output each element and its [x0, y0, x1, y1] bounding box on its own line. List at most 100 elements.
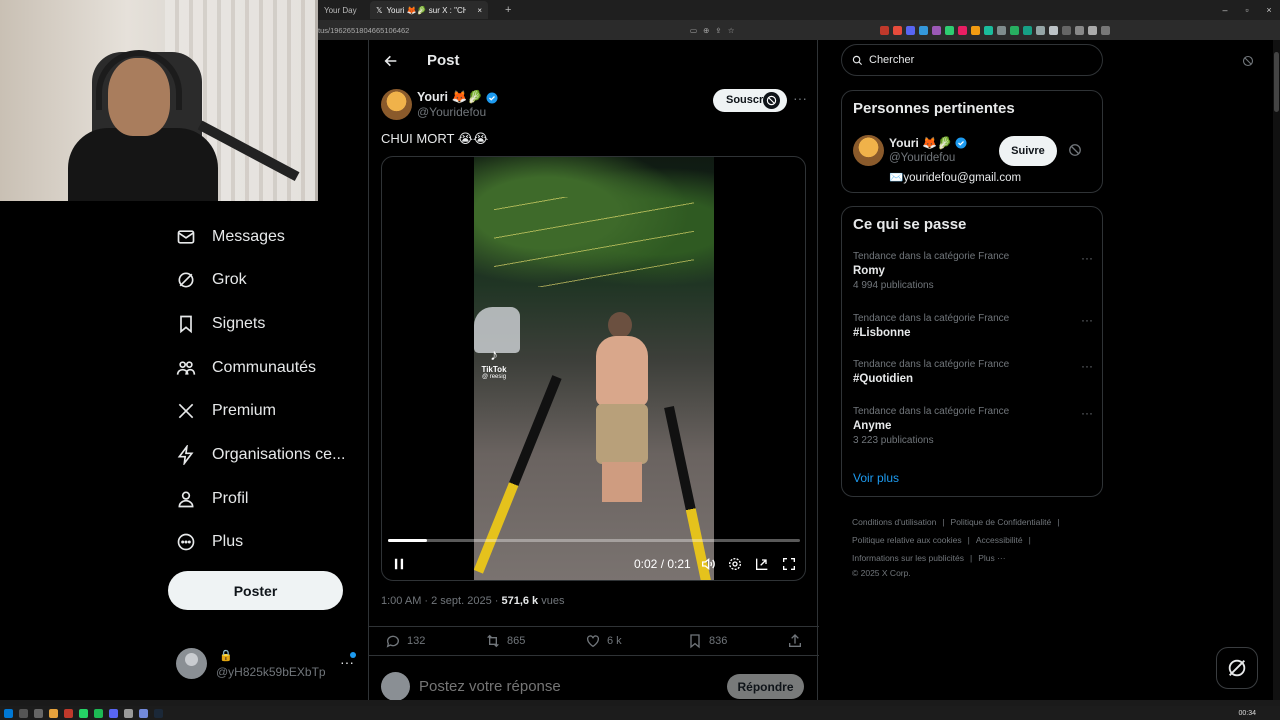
trend-item[interactable]: Tendance dans la catégorie France Romy 4…	[853, 251, 1093, 291]
tab-inactive[interactable]: Your Day	[318, 1, 370, 19]
page-scrollbar[interactable]	[1273, 40, 1280, 700]
extension-icon[interactable]	[1049, 25, 1058, 35]
relevant-user-handle[interactable]: @Youridefou	[889, 152, 955, 164]
close-tab-icon[interactable]: ×	[477, 6, 482, 15]
whatsapp-icon[interactable]	[79, 708, 88, 718]
trend-item[interactable]: Tendance dans la catégorie France #Lisbo…	[853, 313, 1093, 339]
app-icon[interactable]	[124, 708, 133, 718]
author-handle[interactable]: @Youridefou	[417, 105, 486, 119]
footer-link[interactable]: Politique de Confidentialité	[951, 517, 1052, 527]
trend-more-icon[interactable]: ···	[1081, 251, 1093, 265]
bookmark-star-icon[interactable]: ☆	[728, 26, 735, 35]
search-icon[interactable]	[19, 708, 28, 718]
cast-icon[interactable]: ▭	[690, 26, 697, 35]
author-avatar[interactable]	[853, 135, 884, 166]
author-name[interactable]: Youri 🦊🥬	[417, 90, 498, 105]
extension-icon[interactable]	[906, 25, 915, 35]
block-icon[interactable]	[1068, 143, 1082, 157]
footer-link[interactable]: Politique relative aux cookies	[852, 535, 962, 545]
reply-input[interactable]	[419, 678, 699, 695]
settings-gear-icon[interactable]	[727, 556, 743, 572]
post-more-icon[interactable]: ···	[793, 90, 807, 106]
picture-in-picture-icon[interactable]	[754, 556, 770, 572]
search-input[interactable]: Chercher	[841, 44, 1103, 76]
block-icon[interactable]	[763, 92, 780, 109]
app-icon[interactable]	[139, 708, 148, 718]
close-window-icon[interactable]: ×	[1258, 0, 1280, 20]
extension-icon[interactable]	[997, 25, 1006, 35]
video-progress-bar[interactable]	[388, 539, 800, 542]
bookmark-action[interactable]: 836	[687, 633, 727, 649]
restore-icon[interactable]: ▫	[1236, 0, 1258, 20]
nav-item-messages[interactable]: Messages	[176, 222, 285, 252]
scroll-thumb[interactable]	[1274, 52, 1279, 112]
share-icon[interactable]: ⇪	[715, 26, 721, 35]
nav-item-profile[interactable]: Profil	[176, 484, 248, 514]
browser-icon[interactable]	[64, 708, 73, 718]
zoom-icon[interactable]: ⊕	[703, 26, 709, 35]
folder-icon[interactable]	[49, 708, 58, 718]
author-name-text: Youri 🦊🥬	[417, 90, 483, 104]
fullscreen-icon[interactable]	[781, 556, 797, 572]
footer-link[interactable]: Accessibilité	[976, 535, 1023, 545]
extension-icon[interactable]	[984, 25, 993, 35]
grok-floating-button[interactable]	[1216, 647, 1258, 689]
url-field[interactable]: tus/1962651804665106462	[318, 26, 409, 35]
footer-link[interactable]: Conditions d'utilisation	[852, 517, 936, 527]
extension-icon[interactable]	[880, 25, 889, 35]
discord-icon[interactable]	[109, 708, 118, 718]
extension-icon[interactable]	[1075, 25, 1084, 35]
trend-more-icon[interactable]: ···	[1081, 406, 1093, 420]
nav-item-grok[interactable]: Grok	[176, 265, 247, 295]
task-view-icon[interactable]	[34, 708, 43, 718]
extension-icon[interactable]	[1023, 25, 1032, 35]
back-arrow-icon[interactable]	[383, 53, 399, 69]
trend-more-icon[interactable]: ···	[1081, 359, 1093, 373]
windows-start-icon[interactable]	[4, 708, 13, 718]
extension-icon[interactable]	[1088, 25, 1097, 35]
extension-icon[interactable]	[1101, 25, 1110, 35]
footer-link[interactable]: Informations sur les publicités	[852, 553, 964, 563]
pause-icon[interactable]	[392, 557, 406, 571]
minimize-icon[interactable]: –	[1214, 0, 1236, 20]
extension-icon[interactable]	[919, 25, 928, 35]
follow-button[interactable]: Suivre	[999, 136, 1057, 166]
nav-item-organizations[interactable]: Organisations ce...	[176, 440, 345, 470]
post-button[interactable]: Poster	[168, 571, 343, 610]
steam-icon[interactable]	[154, 708, 163, 718]
account-switcher[interactable]: 🔒 @yH825k59bEXbTp ···	[176, 648, 360, 682]
trend-item[interactable]: Tendance dans la catégorie France Anyme …	[853, 406, 1093, 446]
video-frame[interactable]: ♪ TikTok @ reesig	[474, 157, 714, 580]
extension-icon[interactable]	[1062, 25, 1071, 35]
extension-icon[interactable]	[932, 25, 941, 35]
grok-icon	[178, 272, 194, 288]
trend-more-icon[interactable]: ···	[1081, 313, 1093, 327]
nav-item-bookmarks[interactable]: Signets	[176, 309, 265, 339]
nav-item-more[interactable]: Plus	[176, 527, 243, 557]
extension-icon[interactable]	[893, 25, 902, 35]
footer-link[interactable]: Plus ···	[978, 553, 1005, 563]
trend-item[interactable]: Tendance dans la catégorie France #Quoti…	[853, 359, 1093, 385]
nav-item-communities[interactable]: Communautés	[176, 353, 316, 383]
author-avatar[interactable]	[381, 89, 412, 120]
spotify-icon[interactable]	[94, 708, 103, 718]
reply-button[interactable]: Répondre	[727, 674, 804, 699]
nav-item-premium[interactable]: Premium	[176, 396, 276, 426]
like-action[interactable]: 6 k	[585, 633, 622, 649]
volume-icon[interactable]	[700, 556, 716, 572]
post-timestamp[interactable]: 1:00 AM · 2 sept. 2025 ·	[381, 595, 501, 607]
video-player[interactable]: ♪ TikTok @ reesig 0:02 / 0:21	[381, 156, 806, 581]
extension-icon[interactable]	[971, 25, 980, 35]
tab-active[interactable]: 𝕏 Youri 🦊🥬 sur X : "CHUI MO ×	[370, 1, 488, 19]
extension-icon[interactable]	[958, 25, 967, 35]
repost-action[interactable]: 865	[485, 633, 525, 649]
share-action[interactable]	[787, 633, 803, 649]
reply-action[interactable]: 132	[385, 633, 425, 649]
block-icon[interactable]	[1242, 55, 1254, 67]
extension-icon[interactable]	[1036, 25, 1045, 35]
new-tab-icon[interactable]: +	[505, 4, 511, 16]
extension-icon[interactable]	[1010, 25, 1019, 35]
see-more-link[interactable]: Voir plus	[853, 471, 899, 485]
relevant-user-name[interactable]: Youri 🦊🥬	[889, 136, 967, 150]
extension-icon[interactable]	[945, 25, 954, 35]
